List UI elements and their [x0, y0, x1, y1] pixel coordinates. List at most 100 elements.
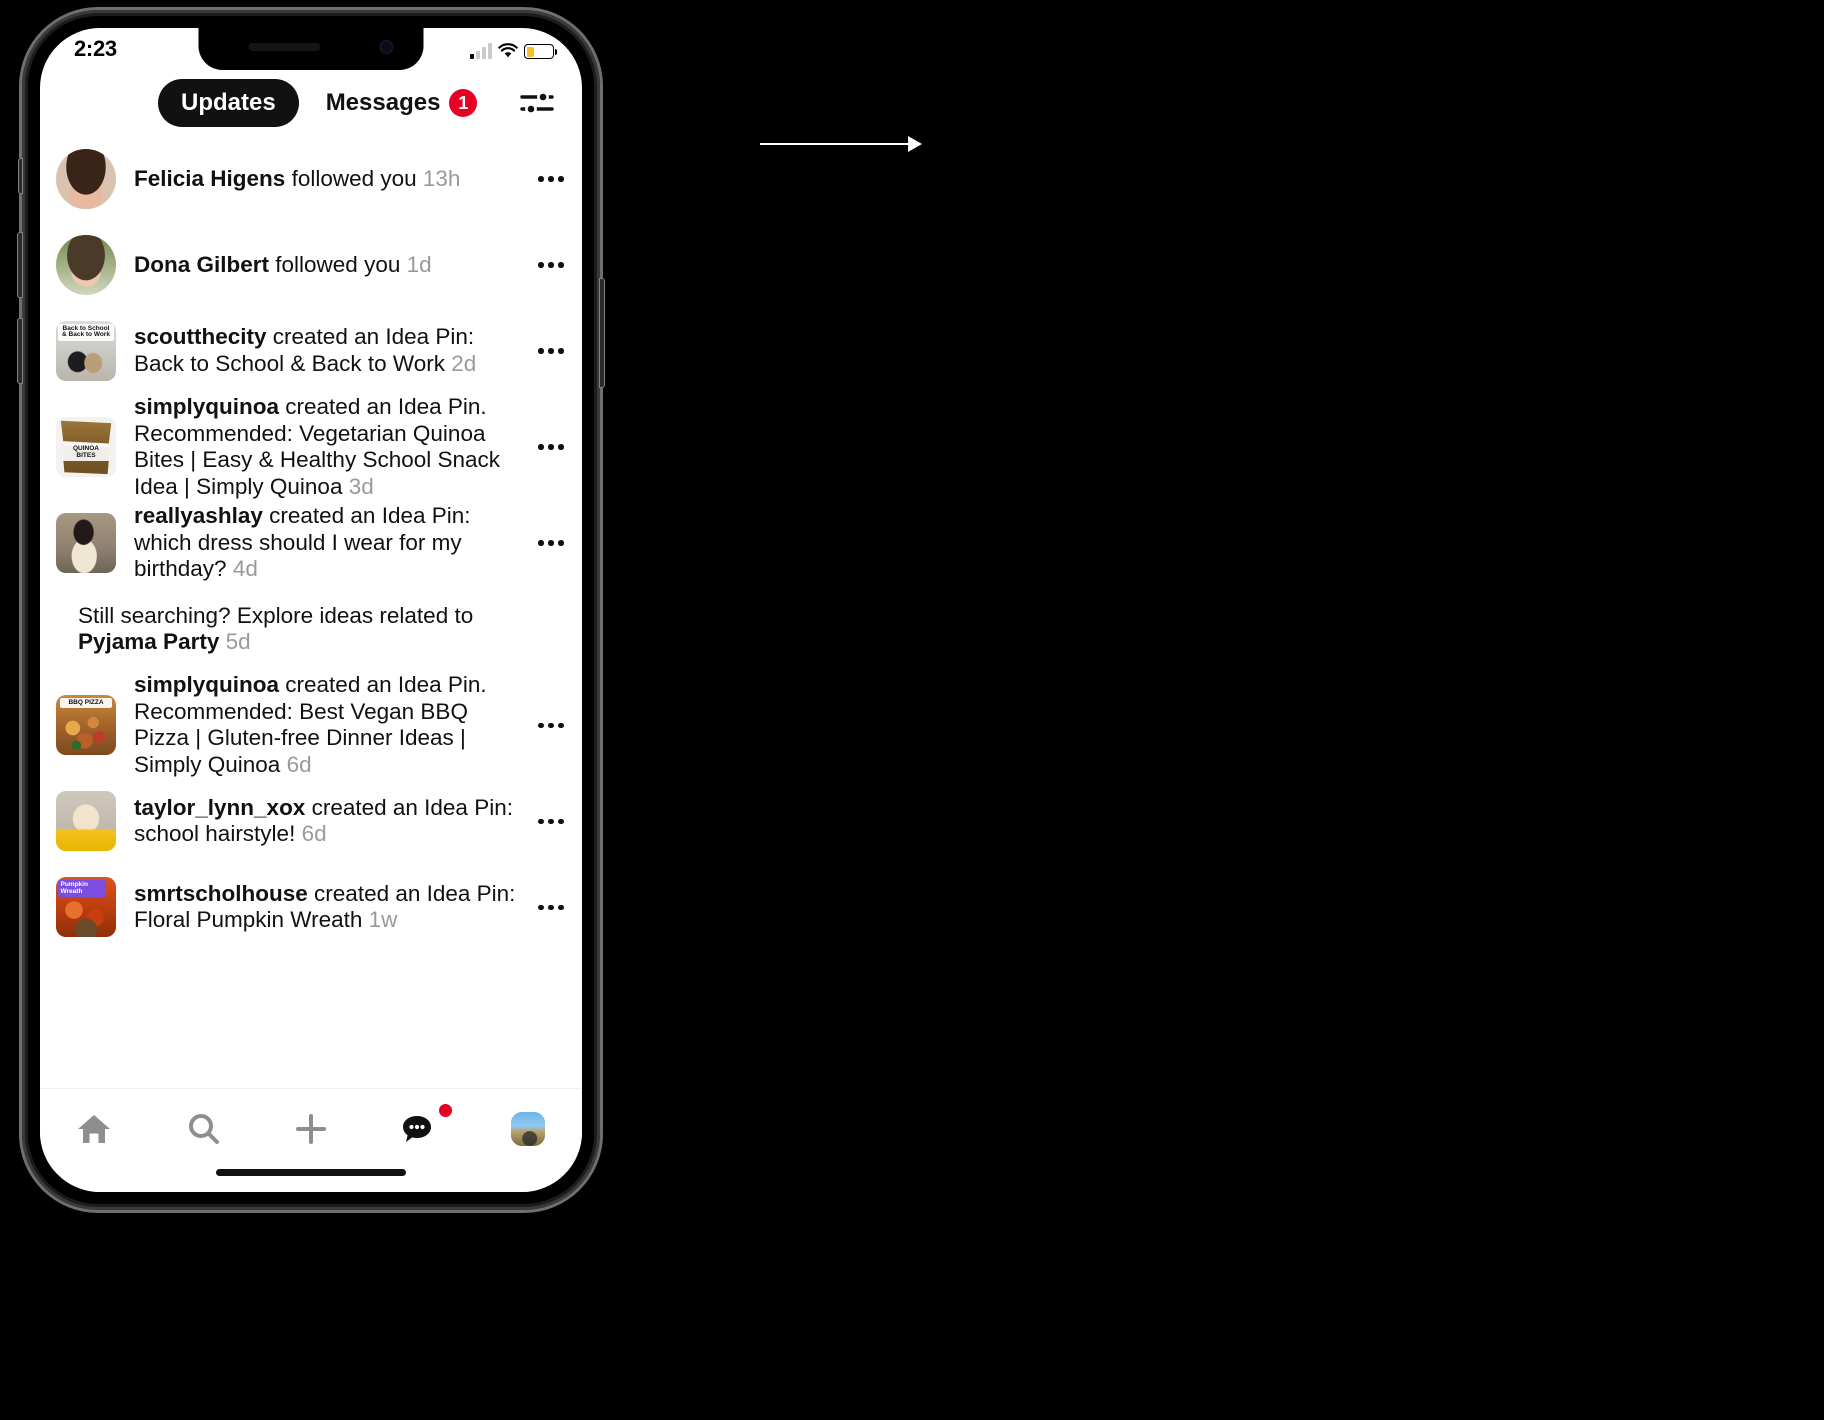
tab-messages[interactable]: Messages 1	[303, 79, 501, 127]
feed-item-actor[interactable]: simplyquinoa	[134, 672, 279, 697]
nav-home-button[interactable]	[40, 1103, 148, 1155]
feed-item-more-options-icon[interactable]	[528, 156, 574, 202]
nav-create-button[interactable]	[257, 1103, 365, 1155]
volume-up-button[interactable]	[17, 232, 23, 298]
battery-fill	[526, 46, 534, 57]
feed-item-actor[interactable]: scoutthecity	[134, 324, 267, 349]
avatar-dona-gilbert[interactable]	[56, 235, 116, 295]
feed-item-timestamp: 1w	[368, 907, 398, 933]
feed-item-text: scoutthecity created an Idea Pin: Back t…	[134, 324, 528, 377]
thumbnail-caption: Back to School & Back to Work	[58, 324, 114, 341]
feed-item-text: smrtscholhouse created an Idea Pin: Flor…	[134, 881, 528, 934]
feed-item-timestamp: 6d	[301, 821, 327, 847]
nav-profile-button[interactable]	[474, 1103, 582, 1155]
feed-item-more-options-icon[interactable]	[528, 328, 574, 374]
feed-item-more-options-icon[interactable]	[528, 424, 574, 470]
nav-search-button[interactable]	[148, 1103, 256, 1155]
feed-item[interactable]: Felicia Higens followed you 13h	[40, 136, 582, 222]
tab-messages-label: Messages	[325, 89, 441, 116]
silent-switch[interactable]	[18, 158, 23, 194]
chat-bubble-icon	[403, 1116, 432, 1142]
tab-updates-label: Updates	[181, 89, 276, 116]
filter-sliders-icon[interactable]	[516, 82, 558, 124]
pin-thumbnail-dress[interactable]	[56, 513, 116, 574]
battery-low-icon	[524, 44, 557, 59]
feed-item-more-options-icon[interactable]	[528, 884, 574, 930]
feed-item[interactable]: Pumpkin Wreath smrtscholhouse created an …	[40, 864, 582, 950]
thumbnail-caption: QUINOA BITES	[62, 444, 110, 462]
feed-item[interactable]: taylor_lynn_xox created an Idea Pin: sch…	[40, 778, 582, 864]
feed-item-timestamp: 3d	[348, 473, 374, 499]
messages-unread-badge: 1	[449, 89, 478, 117]
feed-item-more-options-icon[interactable]	[528, 242, 574, 288]
feed-item-actor[interactable]: Felicia Higens	[134, 166, 285, 191]
phone-screen: 2:23 Updates Messages 1 Felicia Higens f…	[40, 28, 582, 1192]
feed-item-actor[interactable]: simplyquinoa	[134, 394, 279, 419]
feed-item-text: Dona Gilbert followed you 1d	[134, 252, 528, 279]
avatar-felicia-higens[interactable]	[56, 149, 116, 209]
feed-item[interactable]: Still searching? Explore ideas related t…	[40, 586, 582, 672]
pin-thumbnail-school-hairstyle[interactable]	[56, 791, 116, 852]
home-indicator	[216, 1169, 406, 1176]
feed-item[interactable]: BBQ PIZZA simplyquinoa created an Idea Pi…	[40, 672, 582, 778]
profile-avatar-icon	[510, 1112, 545, 1146]
cellular-signal-icon	[470, 43, 492, 59]
status-time: 2:23	[74, 36, 117, 61]
thumbnail-caption: Pumpkin Wreath	[58, 880, 106, 897]
feed-item-timestamp: 2d	[451, 351, 477, 376]
feed-item[interactable]: Dona Gilbert followed you 1d	[40, 222, 582, 308]
pin-thumbnail-pumpkin-wreath[interactable]: Pumpkin Wreath	[56, 877, 116, 938]
feed-item-timestamp: 6d	[286, 751, 312, 777]
thumbnail-layer	[56, 149, 116, 209]
volume-down-button[interactable]	[17, 318, 23, 384]
bottom-navigation-bar	[40, 1088, 582, 1192]
feed-item-prefix: Still searching? Explore ideas related t…	[78, 602, 474, 628]
feed-item-actor[interactable]: Dona Gilbert	[134, 252, 269, 277]
feed-item[interactable]: Back to School & Back to Work scoutthecit…	[40, 308, 582, 394]
earpiece-speaker-icon	[248, 43, 321, 51]
power-button[interactable]	[599, 278, 605, 388]
feed-item-more-options-icon[interactable]	[528, 702, 574, 748]
feed-item-topic[interactable]: Pyjama Party	[78, 629, 219, 654]
phone-bezel: 2:23 Updates Messages 1 Felicia Higens f…	[28, 16, 594, 1204]
updates-feed-list[interactable]: Felicia Higens followed you 13h Dona Gilb…	[40, 136, 582, 1088]
feed-item-text: Felicia Higens followed you 13h	[134, 166, 528, 193]
feed-item-action: followed you	[269, 251, 407, 277]
feed-item[interactable]: reallyashlay created an Idea Pin: which …	[40, 500, 582, 586]
tab-bar: Updates Messages 1	[158, 79, 500, 127]
feed-item-text: Still searching? Explore ideas related t…	[78, 603, 528, 656]
annotation-arrowhead	[908, 136, 922, 152]
status-indicators	[470, 39, 557, 59]
front-camera-icon	[379, 40, 394, 54]
feed-item-actor[interactable]: taylor_lynn_xox	[134, 795, 305, 820]
messages-notification-dot	[438, 1104, 452, 1117]
feed-item[interactable]: QUINOA BITES simplyquinoa created an Idea…	[40, 394, 582, 500]
feed-item-actor[interactable]: reallyashlay	[134, 503, 263, 528]
thumbnail-caption: BBQ PIZZA	[60, 698, 112, 709]
app-header: Updates Messages 1	[40, 70, 582, 136]
pin-thumbnail-quinoa-bites[interactable]: QUINOA BITES	[56, 417, 116, 478]
nav-messages-button[interactable]	[365, 1103, 473, 1155]
feed-item-action: followed you	[285, 165, 423, 191]
feed-item-text: simplyquinoa created an Idea Pin. Recomm…	[134, 672, 528, 778]
notch	[198, 28, 424, 70]
thumbnail-layer	[56, 513, 116, 574]
search-icon	[188, 1114, 219, 1144]
feed-item-more-placeholder	[528, 606, 574, 652]
feed-item-text: reallyashlay created an Idea Pin: which …	[134, 503, 528, 583]
pin-thumbnail-back-to-school[interactable]: Back to School & Back to Work	[56, 321, 116, 381]
feed-item-actor[interactable]: smrtscholhouse	[134, 881, 308, 906]
feed-item-timestamp: 1d	[406, 251, 432, 277]
feed-item-timestamp: 5d	[225, 629, 251, 655]
home-icon	[78, 1115, 111, 1143]
tab-updates[interactable]: Updates	[158, 79, 299, 127]
feed-item-timestamp: 13h	[422, 165, 461, 191]
thumbnail-layer	[56, 235, 116, 295]
feed-item-more-options-icon[interactable]	[528, 520, 574, 566]
feed-item-more-options-icon[interactable]	[528, 798, 574, 844]
pin-thumbnail-bbq-pizza[interactable]: BBQ PIZZA	[56, 695, 116, 756]
feed-item-text: taylor_lynn_xox created an Idea Pin: sch…	[134, 795, 528, 848]
feed-item-text: simplyquinoa created an Idea Pin. Recomm…	[134, 394, 528, 500]
phone-device-frame: 2:23 Updates Messages 1 Felicia Higens f…	[17, 10, 605, 1210]
annotation-line	[760, 143, 920, 145]
